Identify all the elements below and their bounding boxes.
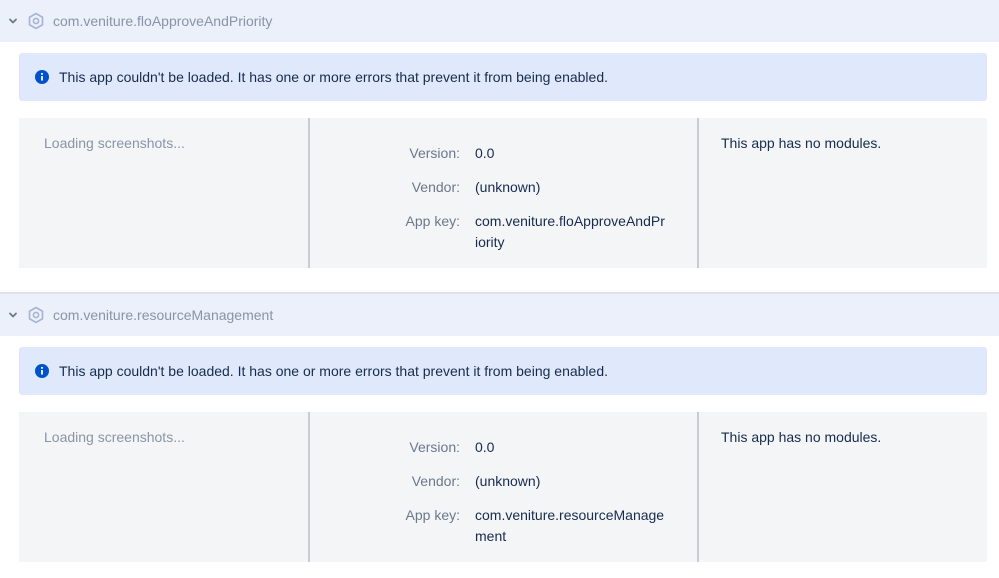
app-entry: com.veniture.resourceManagement This app… — [0, 294, 999, 562]
metadata-panel: Version: 0.0 Vendor: (unknown) App key: … — [310, 412, 699, 562]
addon-icon — [27, 306, 45, 324]
app-key-row: App key: com.veniture.floApproveAndPrior… — [310, 211, 697, 253]
version-value: 0.0 — [475, 145, 495, 161]
error-message: This app couldn't be loaded. It has one … — [59, 69, 608, 85]
error-banner: This app couldn't be loaded. It has one … — [19, 53, 987, 101]
app-details: Loading screenshots... Version: 0.0 Vend… — [19, 412, 987, 562]
metadata-panel: Version: 0.0 Vendor: (unknown) App key: … — [310, 118, 699, 268]
modules-text: This app has no modules. — [721, 429, 882, 445]
error-banner: This app couldn't be loaded. It has one … — [19, 347, 987, 395]
error-message: This app couldn't be loaded. It has one … — [59, 363, 608, 379]
app-details: Loading screenshots... Version: 0.0 Vend… — [19, 118, 987, 268]
vendor-row: Vendor: (unknown) — [310, 471, 697, 492]
version-label: Version: — [409, 439, 460, 455]
app-key-row: App key: com.veniture.resourceManagement — [310, 505, 697, 547]
app-key-label: App key: — [405, 507, 460, 523]
chevron-down-icon[interactable] — [7, 15, 19, 27]
vendor-label: Vendor: — [411, 179, 460, 195]
screenshots-loading-text: Loading screenshots... — [44, 135, 185, 151]
modules-panel: This app has no modules. — [699, 412, 987, 562]
screenshots-panel: Loading screenshots... — [19, 118, 310, 268]
modules-panel: This app has no modules. — [699, 118, 987, 268]
app-entry: com.veniture.floApproveAndPriority This … — [0, 0, 999, 268]
vendor-label: Vendor: — [411, 473, 460, 489]
app-key-value: com.veniture.resourceManagement — [475, 507, 665, 544]
info-icon — [35, 364, 49, 378]
vendor-row: Vendor: (unknown) — [310, 177, 697, 198]
app-name: com.veniture.floApproveAndPriority — [53, 13, 273, 29]
info-icon — [35, 70, 49, 84]
vendor-value: (unknown) — [475, 473, 541, 489]
chevron-down-icon[interactable] — [7, 309, 19, 321]
screenshots-loading-text: Loading screenshots... — [44, 429, 185, 445]
app-header[interactable]: com.veniture.resourceManagement — [0, 294, 999, 336]
modules-text: This app has no modules. — [721, 135, 882, 151]
app-list: com.veniture.floApproveAndPriority This … — [0, 0, 999, 562]
addon-icon — [27, 12, 45, 30]
vendor-value: (unknown) — [475, 179, 541, 195]
version-row: Version: 0.0 — [310, 437, 697, 458]
screenshots-panel: Loading screenshots... — [19, 412, 310, 562]
version-row: Version: 0.0 — [310, 143, 697, 164]
version-value: 0.0 — [475, 439, 495, 455]
app-header[interactable]: com.veniture.floApproveAndPriority — [0, 0, 999, 42]
app-key-label: App key: — [405, 213, 460, 229]
app-key-value: com.veniture.floApproveAndPriority — [475, 213, 665, 250]
version-label: Version: — [409, 145, 460, 161]
app-name: com.veniture.resourceManagement — [53, 307, 274, 323]
